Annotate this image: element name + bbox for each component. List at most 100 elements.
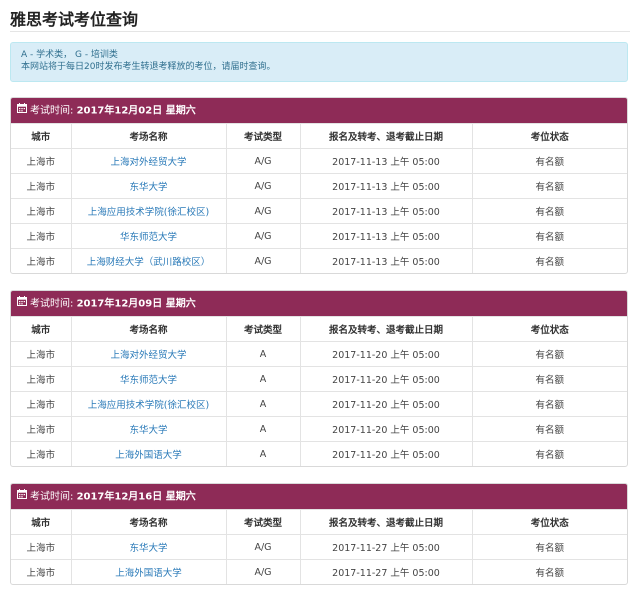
exam-type-cell: A/G <box>225 148 301 174</box>
seat-status-cell: 有名额 <box>471 366 627 392</box>
deadline-cell: 2017-11-13 上午 05:00 <box>299 248 473 273</box>
venue-cell: 上海应用技术学院(徐汇校区) <box>70 391 227 417</box>
seat-status-cell: 有名额 <box>471 223 627 249</box>
table-row: 上海市 上海应用技术学院(徐汇校区) A 2017-11-20 上午 05:00 有名额 <box>11 391 627 417</box>
venue-link[interactable]: 东华大学 <box>129 182 167 193</box>
deadline-cell: 2017-11-27 上午 05:00 <box>299 559 473 584</box>
session-time-label: 考试时间: <box>30 491 74 503</box>
exam-type-cell: A/G <box>225 173 301 199</box>
session-header: 考试时间: 2017年12月16日 星期六 <box>11 484 627 509</box>
calendar-icon <box>17 98 27 123</box>
table-header-row: 城市 考场名称 考试类型 报名及转考、退考截止日期 考位状态 <box>11 123 627 149</box>
col-city-header: 城市 <box>11 316 72 342</box>
col-venue-header: 考场名称 <box>70 123 227 149</box>
seat-status-cell: 有名额 <box>471 559 627 584</box>
seat-status-cell: 有名额 <box>471 341 627 367</box>
col-city-header: 城市 <box>11 509 72 535</box>
col-seat-status-header: 考位状态 <box>471 509 627 535</box>
deadline-cell: 2017-11-20 上午 05:00 <box>299 366 473 392</box>
col-exam-type-header: 考试类型 <box>225 123 301 149</box>
venue-link[interactable]: 华东师范大学 <box>120 232 177 243</box>
seat-table: 城市 考场名称 考试类型 报名及转考、退考截止日期 考位状态 上海市 东华大学 A/G 2017… <box>11 509 627 584</box>
seat-status-cell: 有名额 <box>471 391 627 417</box>
table-row: 上海市 华东师范大学 A 2017-11-20 上午 05:00 有名额 <box>11 366 627 392</box>
col-seat-status-header: 考位状态 <box>471 123 627 149</box>
seat-status-cell: 有名额 <box>471 148 627 174</box>
city-cell: 上海市 <box>11 148 72 174</box>
venue-link[interactable]: 上海对外经贸大学 <box>110 157 186 168</box>
city-cell: 上海市 <box>11 248 72 273</box>
session-date: 2017年12月02日 星期六 <box>76 105 196 117</box>
venue-link[interactable]: 上海应用技术学院(徐汇校区) <box>88 207 209 218</box>
city-cell: 上海市 <box>11 534 72 560</box>
deadline-cell: 2017-11-20 上午 05:00 <box>299 391 473 417</box>
deadline-cell: 2017-11-13 上午 05:00 <box>299 148 473 174</box>
exam-type-cell: A/G <box>225 223 301 249</box>
venue-link[interactable]: 东华大学 <box>129 543 167 554</box>
venue-link[interactable]: 上海外国语大学 <box>115 568 182 579</box>
venue-link[interactable]: 上海应用技术学院(徐汇校区) <box>88 400 209 411</box>
col-deadline-header: 报名及转考、退考截止日期 <box>299 123 473 149</box>
venue-cell: 上海对外经贸大学 <box>70 148 227 174</box>
exam-type-cell: A/G <box>225 534 301 560</box>
table-row: 上海市 华东师范大学 A/G 2017-11-13 上午 05:00 有名额 <box>11 223 627 249</box>
session-panel: 考试时间: 2017年12月02日 星期六 城市 考场名称 考试类型 报名及转考、退考截… <box>10 97 628 274</box>
seat-status-cell: 有名额 <box>471 173 627 199</box>
venue-link[interactable]: 上海对外经贸大学 <box>110 350 186 361</box>
city-cell: 上海市 <box>11 198 72 224</box>
venue-link[interactable]: 上海财经大学（武川路校区） <box>87 257 211 268</box>
exam-type-cell: A <box>225 416 301 442</box>
table-row: 上海市 上海外国语大学 A 2017-11-20 上午 05:00 有名额 <box>11 441 627 466</box>
col-exam-type-header: 考试类型 <box>225 316 301 342</box>
seat-table: 城市 考场名称 考试类型 报名及转考、退考截止日期 考位状态 上海市 上海对外经贸大学 A 20… <box>11 316 627 466</box>
exam-type-cell: A/G <box>225 559 301 584</box>
deadline-cell: 2017-11-20 上午 05:00 <box>299 416 473 442</box>
session-date: 2017年12月09日 星期六 <box>76 298 196 310</box>
city-cell: 上海市 <box>11 223 72 249</box>
col-seat-status-header: 考位状态 <box>471 316 627 342</box>
exam-type-cell: A <box>225 341 301 367</box>
venue-cell: 东华大学 <box>70 173 227 199</box>
page-title: 雅思考试考位查询 <box>10 10 139 29</box>
title-divider <box>10 31 630 32</box>
venue-cell: 华东师范大学 <box>70 366 227 392</box>
col-venue-header: 考场名称 <box>70 509 227 535</box>
venue-cell: 上海外国语大学 <box>70 559 227 584</box>
city-cell: 上海市 <box>11 341 72 367</box>
exam-type-cell: A <box>225 391 301 417</box>
notice-line-type-legend: A - 学术类， G - 培训类 <box>21 50 118 60</box>
notice-line-release-info: 本网站将于每日20时发布考生转退考释放的考位，请届时查询。 <box>21 62 276 72</box>
session-header: 考试时间: 2017年12月09日 星期六 <box>11 291 627 316</box>
table-row: 上海市 东华大学 A 2017-11-20 上午 05:00 有名额 <box>11 416 627 442</box>
venue-cell: 东华大学 <box>70 534 227 560</box>
venue-cell: 上海财经大学（武川路校区） <box>70 248 227 273</box>
city-cell: 上海市 <box>11 441 72 466</box>
table-header-row: 城市 考场名称 考试类型 报名及转考、退考截止日期 考位状态 <box>11 509 627 535</box>
seat-status-cell: 有名额 <box>471 441 627 466</box>
col-exam-type-header: 考试类型 <box>225 509 301 535</box>
session-panel: 考试时间: 2017年12月09日 星期六 城市 考场名称 考试类型 报名及转考、退考截… <box>10 290 628 467</box>
session-panel: 考试时间: 2017年12月16日 星期六 城市 考场名称 考试类型 报名及转考、退考截… <box>10 483 628 585</box>
table-row: 上海市 上海财经大学（武川路校区） A/G 2017-11-13 上午 05:00 有名… <box>11 248 627 273</box>
deadline-cell: 2017-11-13 上午 05:00 <box>299 223 473 249</box>
venue-link[interactable]: 上海外国语大学 <box>115 450 182 461</box>
exam-type-cell: A/G <box>225 248 301 273</box>
session-time-label: 考试时间: <box>30 298 74 310</box>
deadline-cell: 2017-11-20 上午 05:00 <box>299 341 473 367</box>
table-row: 上海市 上海对外经贸大学 A/G 2017-11-13 上午 05:00 有名额 <box>11 148 627 174</box>
session-header: 考试时间: 2017年12月02日 星期六 <box>11 98 627 123</box>
deadline-cell: 2017-11-20 上午 05:00 <box>299 441 473 466</box>
col-deadline-header: 报名及转考、退考截止日期 <box>299 509 473 535</box>
session-date: 2017年12月16日 星期六 <box>76 491 196 503</box>
seat-status-cell: 有名额 <box>471 248 627 273</box>
venue-link[interactable]: 东华大学 <box>129 425 167 436</box>
exam-type-cell: A <box>225 441 301 466</box>
venue-link[interactable]: 华东师范大学 <box>120 375 177 386</box>
venue-cell: 华东师范大学 <box>70 223 227 249</box>
table-row: 上海市 东华大学 A/G 2017-11-13 上午 05:00 有名额 <box>11 173 627 199</box>
city-cell: 上海市 <box>11 391 72 417</box>
col-city-header: 城市 <box>11 123 72 149</box>
exam-type-cell: A/G <box>225 198 301 224</box>
table-row: 上海市 东华大学 A/G 2017-11-27 上午 05:00 有名额 <box>11 534 627 560</box>
table-row: 上海市 上海对外经贸大学 A 2017-11-20 上午 05:00 有名额 <box>11 341 627 367</box>
